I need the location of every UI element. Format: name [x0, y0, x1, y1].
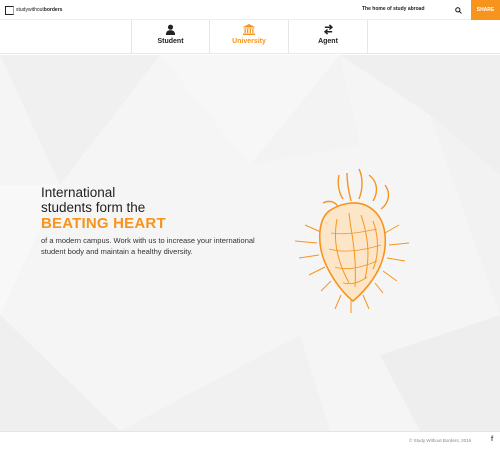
heart-illustration — [287, 163, 417, 318]
tab-student-label: Student — [157, 38, 184, 45]
tab-university[interactable]: University — [210, 20, 289, 59]
headline-line-1: International — [41, 185, 116, 200]
tab-agent-label: Agent — [318, 38, 338, 45]
hero-copy: International students form the BEATING … — [41, 185, 281, 257]
exchange-arrows-icon — [323, 24, 333, 35]
tab-student[interactable]: Student — [131, 20, 210, 54]
building-icon — [243, 24, 255, 35]
site-logo[interactable]: studywithoutborders — [5, 4, 62, 16]
hero-section: International students form the BEATING … — [0, 55, 500, 431]
facebook-icon[interactable]: f — [488, 436, 496, 446]
site-tagline: The home of study abroad — [362, 6, 425, 12]
headline-accent: BEATING HEART — [41, 215, 166, 232]
tab-university-label: University — [232, 38, 266, 45]
audience-tabs: Student University Agent — [0, 20, 500, 59]
copyright-text: © Study Without Borders, 2016 — [409, 438, 472, 443]
page-footer: © Study Without Borders, 2016 f — [0, 431, 500, 450]
share-button[interactable]: SHARE — [471, 0, 500, 20]
headline-line-2: students form the — [41, 200, 146, 215]
top-header: studywithoutborders The home of study ab… — [0, 0, 500, 20]
anatomical-heart-icon — [294, 168, 410, 313]
tab-agent[interactable]: Agent — [289, 20, 368, 54]
logo-mark-icon — [5, 5, 14, 15]
user-icon — [165, 24, 176, 35]
logo-text: studywithoutborders — [16, 7, 63, 13]
search-icon — [454, 6, 462, 14]
hero-body-text: of a modern campus. Work with us to incr… — [41, 236, 255, 256]
search-button[interactable] — [451, 3, 465, 17]
